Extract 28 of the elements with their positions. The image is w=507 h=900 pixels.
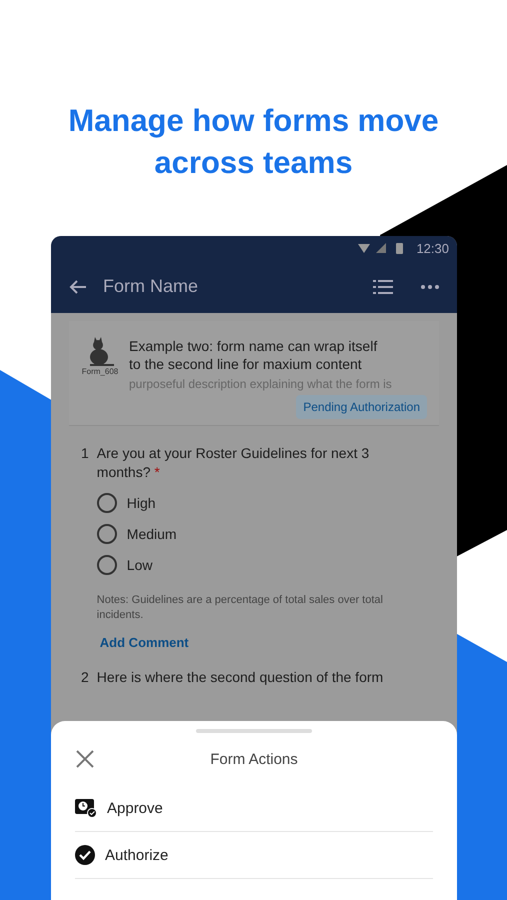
action-label: Authorize — [105, 846, 168, 864]
action-item[interactable]: Authorize — [75, 832, 433, 879]
question-notes: Notes: Guidelines are a percentage of total sales over total incidents. — [96, 593, 384, 623]
question-number: 1 — [81, 444, 89, 463]
more-icon[interactable] — [421, 284, 439, 288]
radio-option[interactable]: Low — [96, 555, 427, 575]
action-item[interactable]: Approve — [75, 785, 433, 832]
add-comment-link[interactable]: Add Comment — [96, 635, 427, 650]
form-title: Example two: form name can wrap itself to the second line for maxium content — [129, 337, 378, 373]
question-text: Here is where the second question of the form — [96, 668, 384, 687]
status-time: 12:30 — [416, 240, 449, 256]
action-label: Approve — [107, 800, 163, 816]
headline: Manage how forms move across teams — [67, 102, 440, 182]
radio-option[interactable]: Medium — [96, 524, 427, 544]
form-description: purposeful description explaining what the form is — [129, 377, 393, 391]
status-badge: Pending Authorization — [296, 395, 427, 419]
drag-handle[interactable] — [196, 729, 312, 733]
radio-option[interactable]: High — [96, 493, 427, 513]
question-text: Are you at your Roster Guidelines for next 3 months? * — [96, 444, 370, 482]
list-icon[interactable] — [373, 280, 393, 294]
close-icon[interactable] — [75, 749, 95, 769]
clock-check-icon — [75, 798, 97, 818]
thumbnail-label: Form_608 — [82, 367, 118, 376]
question-number: 2 — [81, 668, 89, 687]
app-bar-title: Form Name — [103, 276, 200, 297]
check-circle-icon — [75, 845, 95, 865]
back-arrow-icon[interactable] — [69, 278, 87, 294]
sheet-title: Form Actions — [209, 750, 299, 768]
